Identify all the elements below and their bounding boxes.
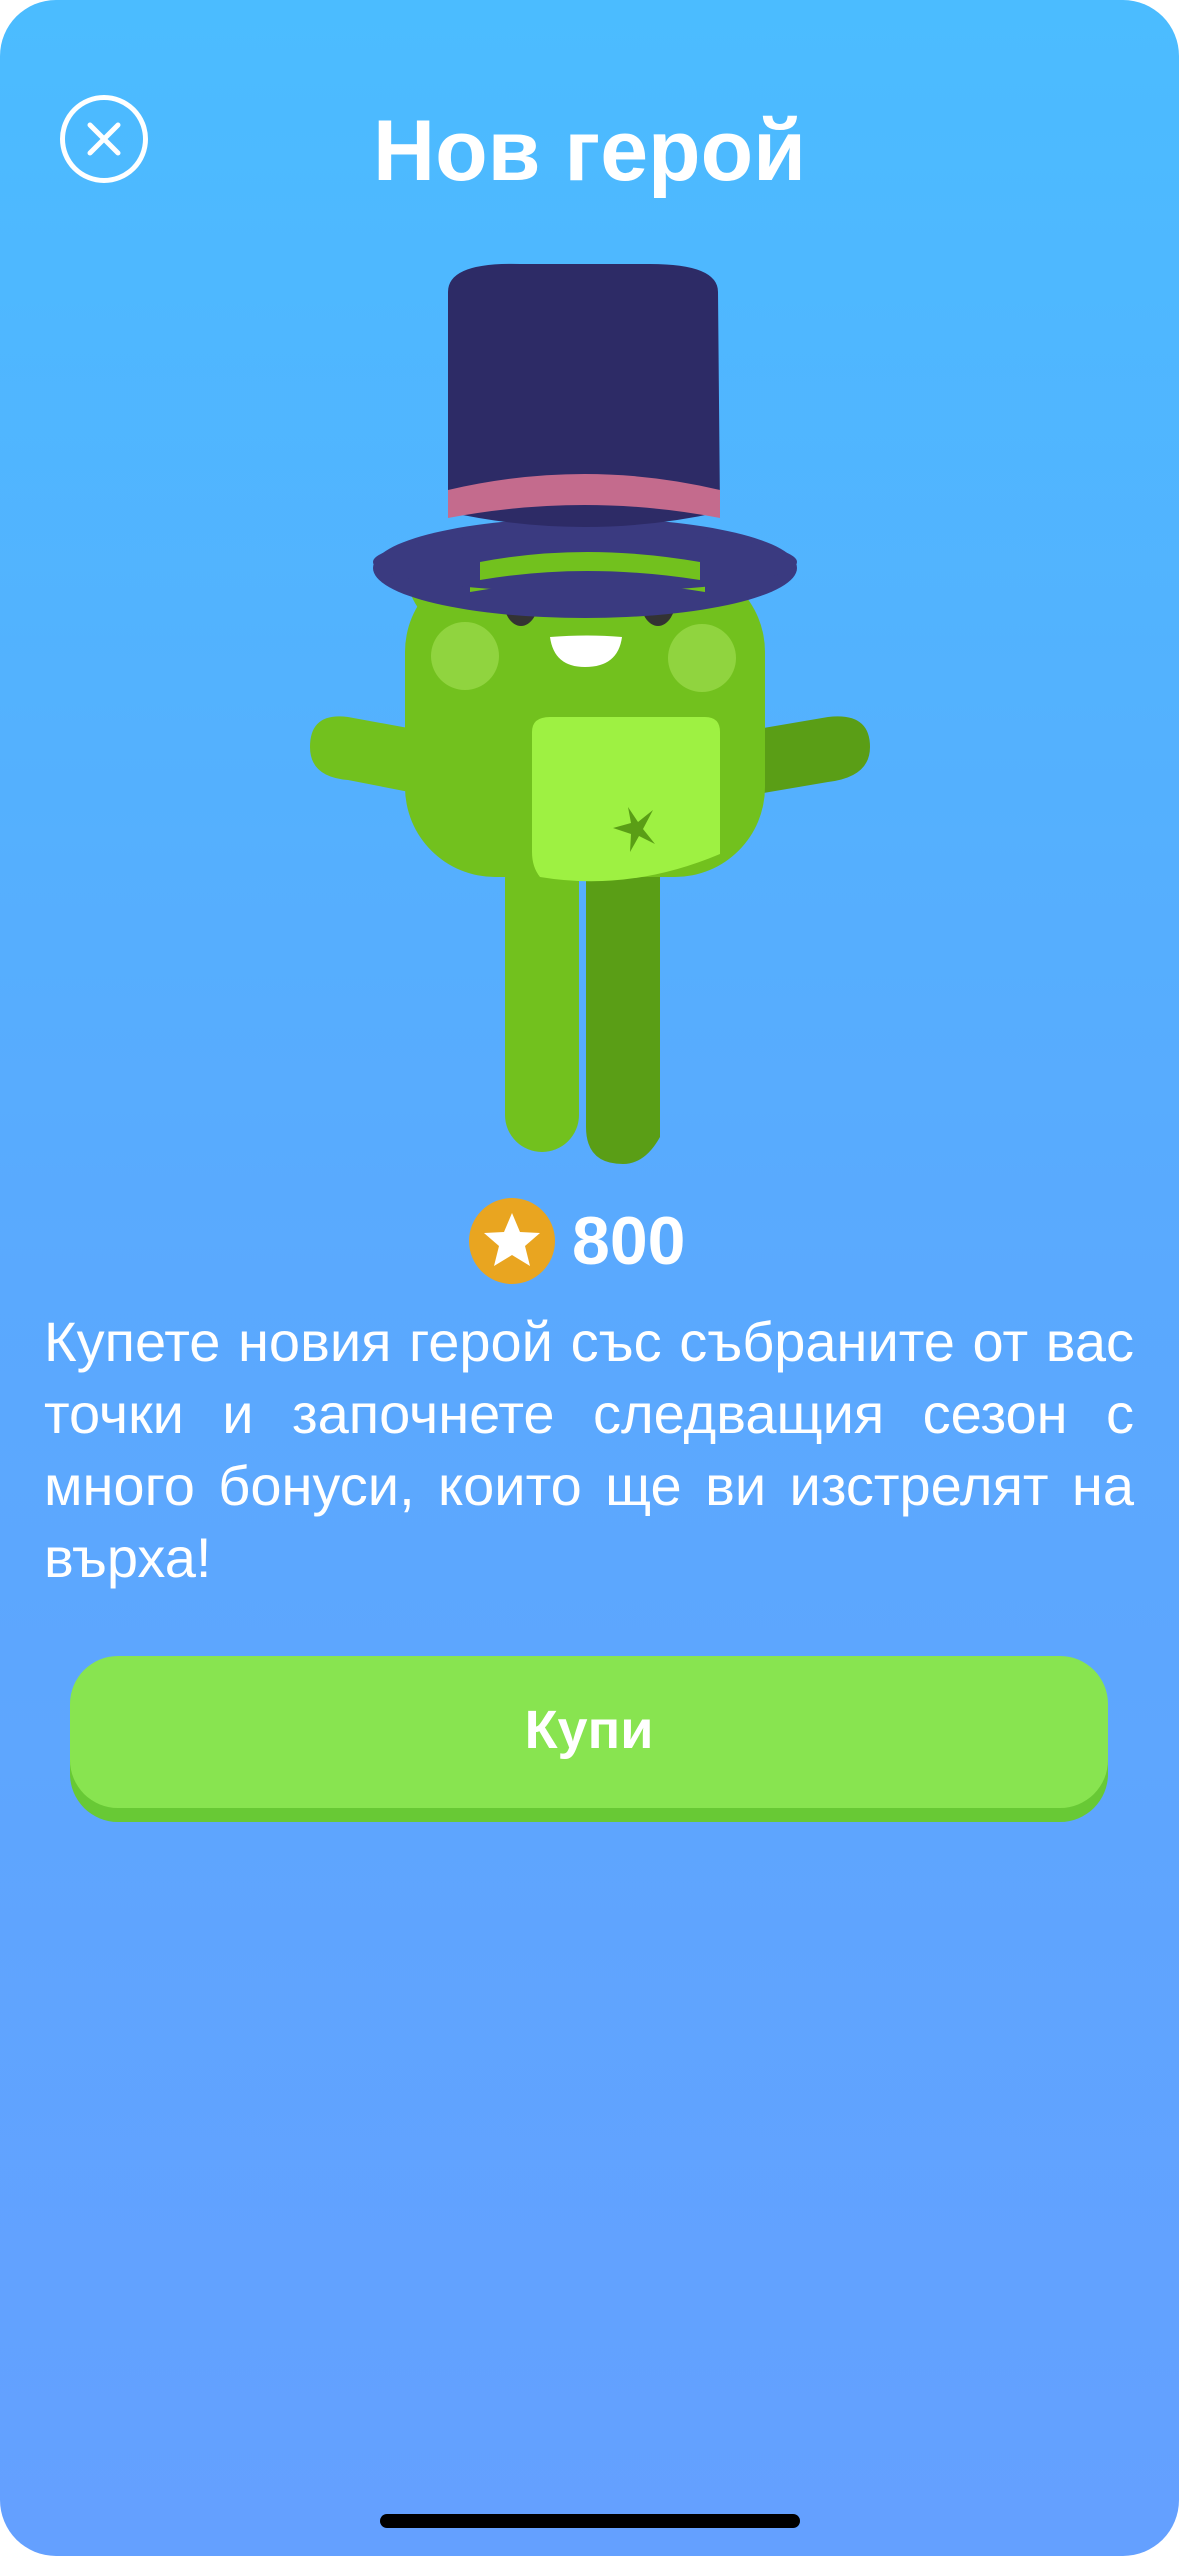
hero-right-leg xyxy=(586,842,660,1164)
new-hero-screen: Нов герой 800 Купете новия герой със съб… xyxy=(0,0,1179,2556)
price-value: 800 xyxy=(572,1203,686,1279)
hero-cheek-right xyxy=(668,624,736,692)
home-indicator[interactable] xyxy=(380,2514,800,2528)
price-display: 800 xyxy=(468,1196,685,1286)
hero-belly xyxy=(532,717,720,882)
hero-character-illustration xyxy=(310,263,870,1164)
page-title: Нов герой xyxy=(373,103,806,199)
hero-description: Купете новия герой със събраните от вас … xyxy=(44,1310,1134,1589)
hero-cheek-left xyxy=(431,622,499,690)
star-coin-icon xyxy=(469,1198,555,1284)
hero-left-leg xyxy=(505,842,579,1152)
buy-button[interactable]: Купи xyxy=(70,1656,1108,1808)
